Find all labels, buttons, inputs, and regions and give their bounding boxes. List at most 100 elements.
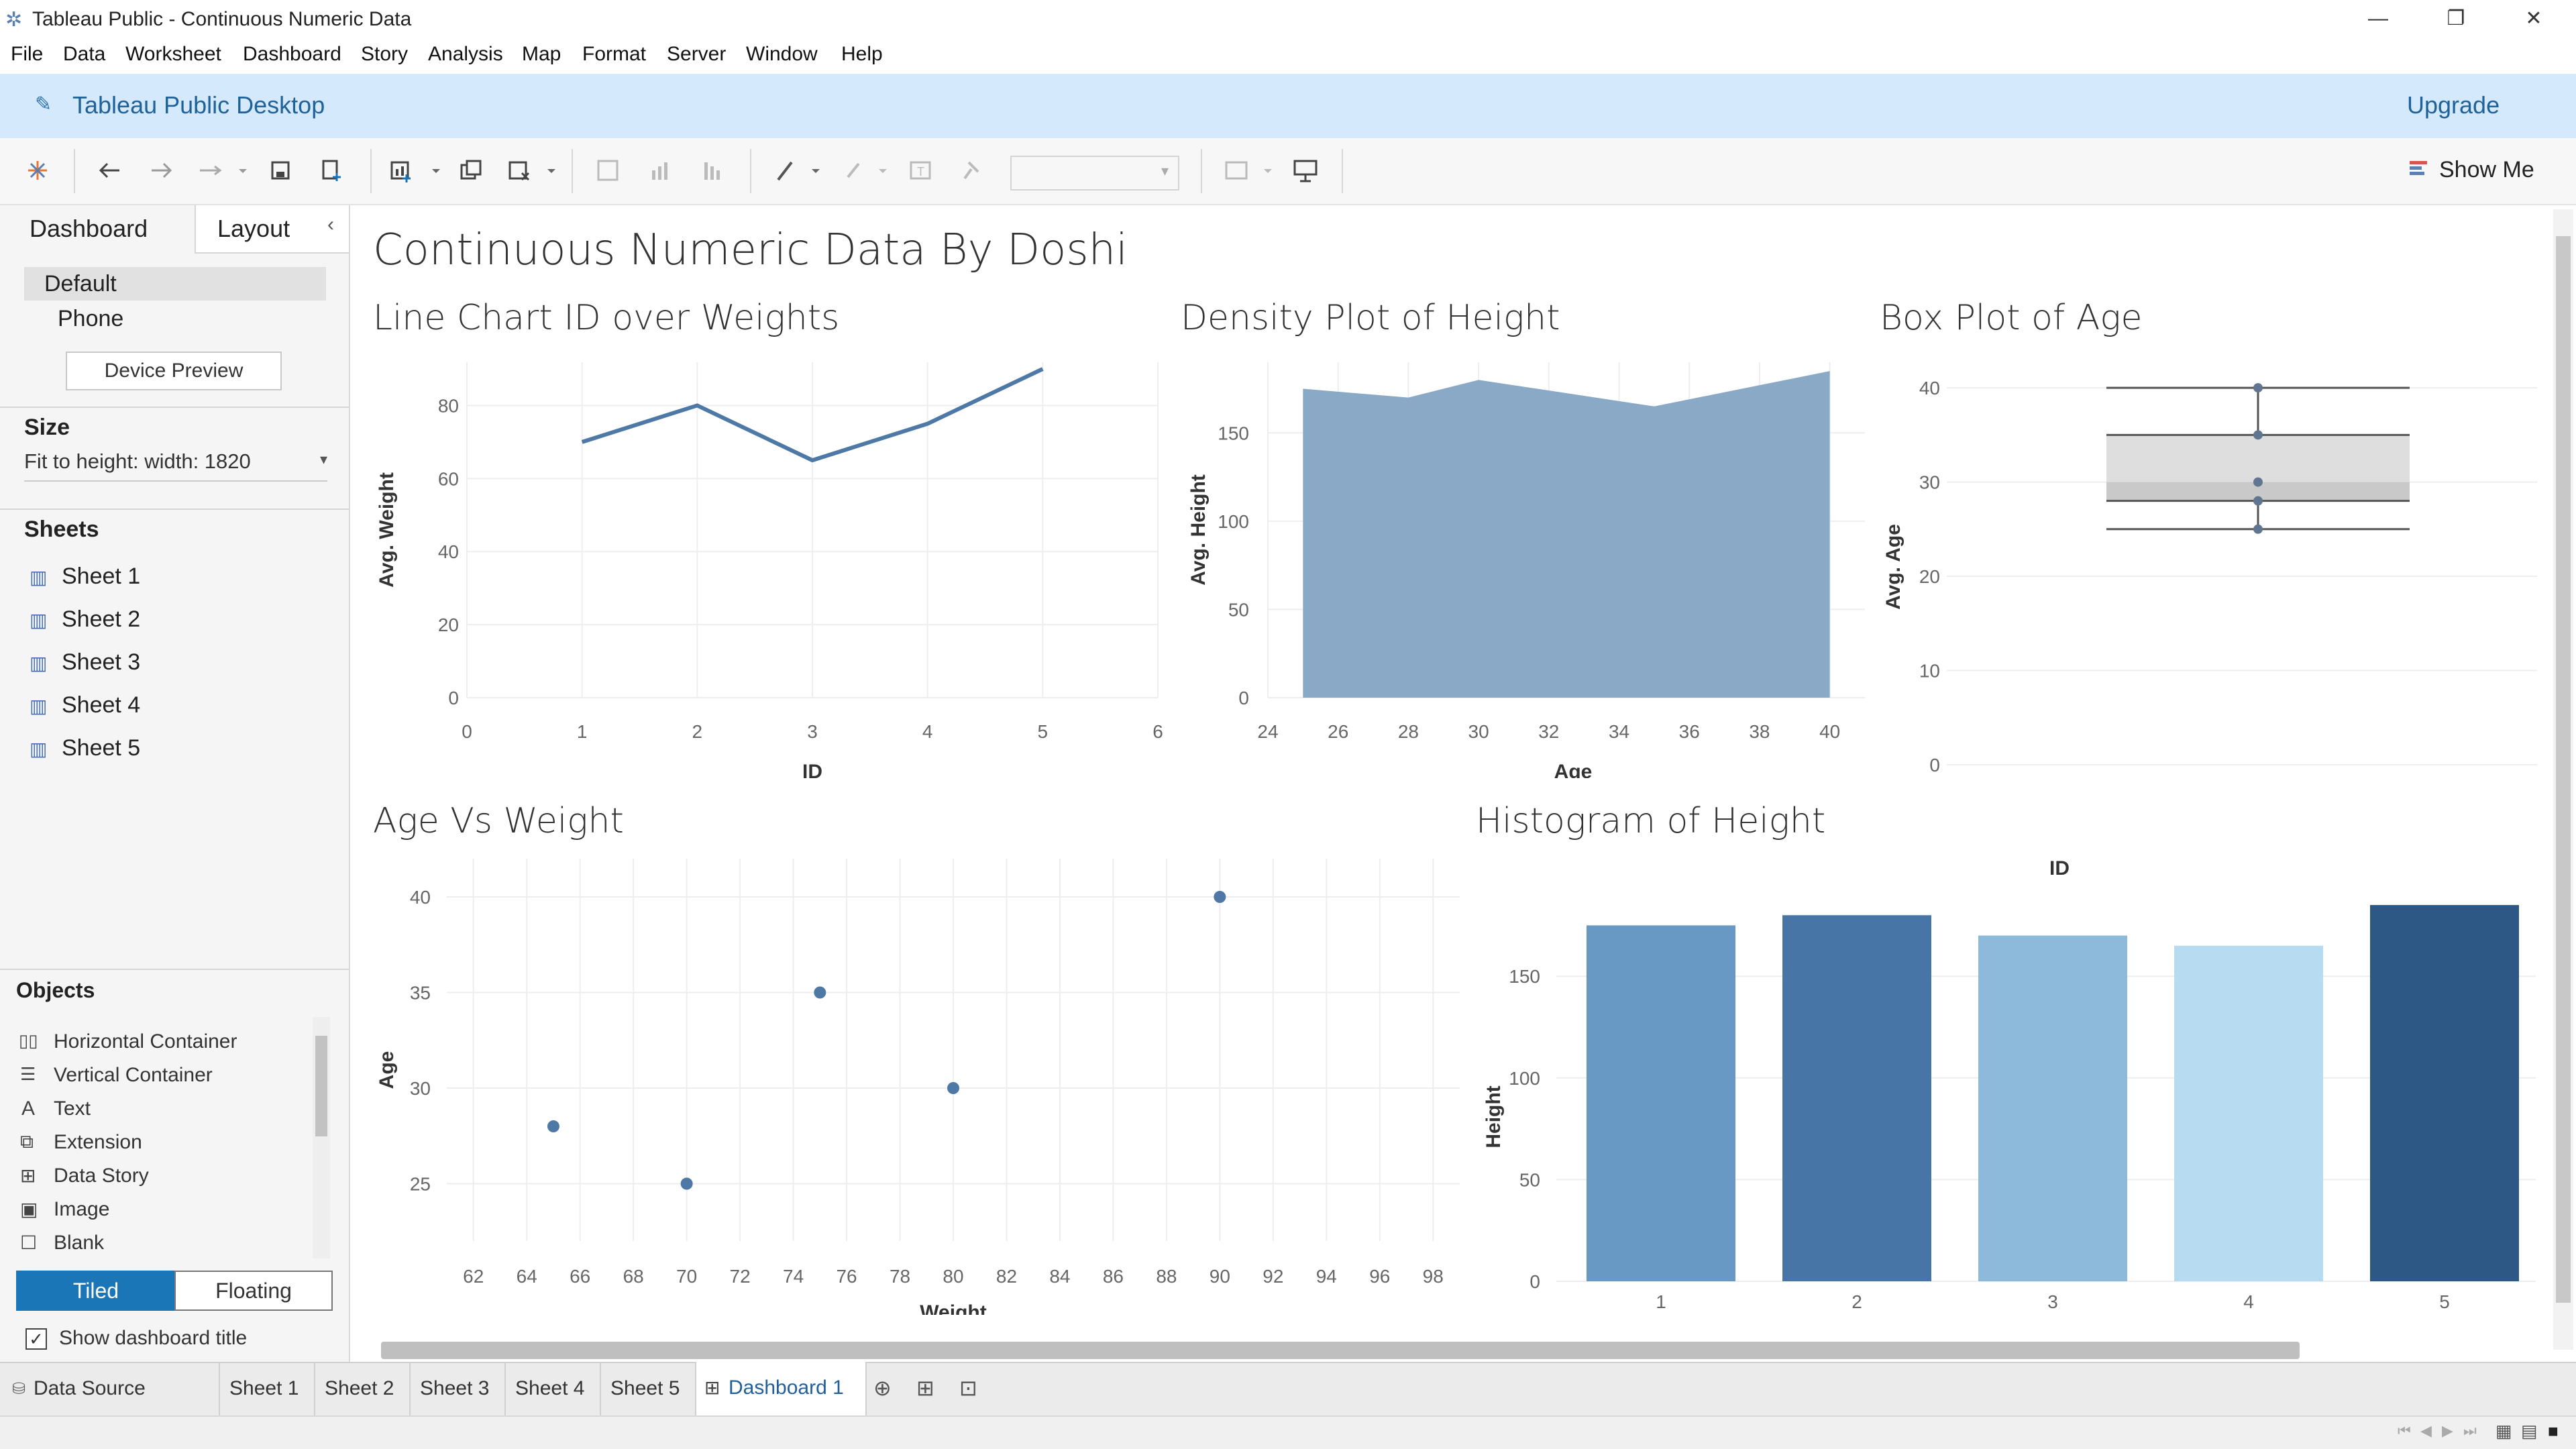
sheet-item-4[interactable]: ▥ Sheet 4 (30, 691, 298, 724)
object-blank[interactable]: ☐ Blank (19, 1230, 301, 1260)
text-label-icon[interactable]: T (906, 156, 935, 185)
tab-sheet-2[interactable]: Sheet 2 (314, 1362, 403, 1415)
x-tick-label: 80 (943, 1266, 963, 1287)
menu-analysis[interactable]: Analysis (428, 43, 503, 66)
menu-data[interactable]: Data (63, 43, 105, 66)
chevron-down-icon: ▾ (319, 451, 327, 468)
redo-icon[interactable] (146, 156, 176, 185)
sheet-item-3[interactable]: ▥ Sheet 3 (30, 648, 298, 682)
object-horizontal-container[interactable]: ▯▯ Horizontal Container (19, 1029, 301, 1059)
object-label: Data Story (54, 1165, 149, 1187)
x-tick-label: 66 (570, 1266, 590, 1287)
horizontal-scrollbar-thumb[interactable] (381, 1342, 2300, 1359)
object-text[interactable]: A Text (19, 1096, 301, 1126)
y-tick-label: 0 (1529, 1271, 1540, 1292)
object-data-story[interactable]: ⊞ Data Story (19, 1163, 301, 1193)
data-point (2253, 383, 2263, 393)
tab-data-source[interactable]: Data Source (24, 1362, 155, 1415)
menu-worksheet[interactable]: Worksheet (125, 43, 221, 66)
tab-sheet-5[interactable]: Sheet 5 (600, 1362, 689, 1415)
sort-descending-icon[interactable] (698, 156, 727, 185)
swap-icon[interactable] (197, 156, 251, 185)
vertical-scrollbar[interactable] (2553, 209, 2573, 1350)
new-worksheet-icon[interactable] (388, 156, 441, 185)
filmstrip-icon[interactable]: ▤ (2521, 1421, 2538, 1442)
clear-sheet-icon[interactable] (506, 156, 559, 185)
save-icon[interactable] (266, 156, 295, 185)
show-me-button[interactable]: Show Me (2439, 157, 2534, 183)
menu-window[interactable]: Window (746, 43, 818, 66)
fit-dropdown[interactable]: ▾ (1010, 156, 1179, 191)
scrollbar-thumb[interactable] (2556, 236, 2571, 1303)
x-tick-label: 88 (1156, 1266, 1177, 1287)
tab-layout-label: Layout (217, 215, 290, 242)
size-dropdown[interactable]: Fit to height: width: 1820 ▾ (24, 447, 327, 482)
menu-story[interactable]: Story (361, 43, 408, 66)
menu-dashboard[interactable]: Dashboard (243, 43, 341, 66)
menu-server[interactable]: Server (667, 43, 726, 66)
sheet-item-1[interactable]: ▥ Sheet 1 (30, 562, 298, 596)
menu-map[interactable]: Map (522, 43, 561, 66)
x-tick-label: 1 (577, 721, 588, 742)
sort-ascending-icon[interactable] (645, 156, 675, 185)
menu-format[interactable]: Format (582, 43, 646, 66)
tab-sheet-4[interactable]: Sheet 4 (504, 1362, 594, 1415)
highlight-icon[interactable] (771, 156, 825, 185)
new-worksheet-tab-icon[interactable]: ⊕ (873, 1375, 892, 1401)
undo-icon[interactable] (95, 156, 125, 185)
next-sheet-icon[interactable]: ▶ (2442, 1422, 2453, 1440)
object-vertical-container[interactable]: ☰ Vertical Container (19, 1063, 301, 1092)
chart-title-line: Line Chart ID over Weights (373, 298, 840, 338)
toolbar (0, 138, 2576, 205)
sheet-item-2[interactable]: ▥ Sheet 2 (30, 605, 298, 639)
x-tick-label: 68 (623, 1266, 644, 1287)
tab-layout[interactable]: Layout ‹ (195, 205, 349, 254)
object-image[interactable]: ▣ Image (19, 1197, 301, 1226)
scrollbar-thumb[interactable] (315, 1036, 327, 1136)
device-phone[interactable]: Phone (58, 306, 123, 332)
floating-button[interactable]: Floating (174, 1271, 333, 1311)
tab-sheet-1[interactable]: Sheet 1 (219, 1362, 308, 1415)
device-preview-button[interactable]: Device Preview (66, 352, 282, 390)
presentation-mode-icon[interactable] (1291, 156, 1320, 185)
restore-icon[interactable]: ❐ (2419, 0, 2493, 38)
sheet-sorter-icon[interactable]: ▦ (2496, 1421, 2512, 1442)
y-tick-label: 50 (1228, 599, 1249, 620)
tab-dashboard-label: Dashboard (30, 215, 148, 242)
new-story-tab-icon[interactable]: ⊡ (959, 1375, 977, 1401)
y-tick-label: 50 (1519, 1169, 1540, 1190)
object-extension[interactable]: ⧉ Extension (19, 1130, 301, 1159)
tab-sheet-3[interactable]: Sheet 3 (409, 1362, 498, 1415)
duplicate-icon[interactable] (456, 156, 486, 185)
sheet-item-5[interactable]: ▥ Sheet 5 (30, 734, 298, 767)
tab-dashboard[interactable]: Dashboard (0, 205, 195, 254)
menu-help[interactable]: Help (841, 43, 883, 66)
dashboard-title: Continuous Numeric Data By Doshi (373, 225, 1128, 275)
last-sheet-icon[interactable]: ⏭ (2463, 1422, 2477, 1440)
sheet-item-label: Sheet 1 (62, 564, 141, 589)
attach-icon[interactable] (839, 156, 892, 185)
x-tick-label: 4 (922, 721, 933, 742)
x-tick-label: 94 (1316, 1266, 1337, 1287)
show-cards-icon[interactable] (1222, 156, 1276, 185)
show-title-checkbox[interactable]: ✓ (25, 1328, 47, 1350)
menu-file[interactable]: File (11, 43, 43, 66)
tabs-view-icon[interactable]: ■ (2548, 1421, 2559, 1442)
image-icon: ▣ (20, 1199, 38, 1220)
tableau-home-icon[interactable] (23, 156, 52, 185)
minimize-icon[interactable]: — (2341, 0, 2415, 38)
tab-dashboard-1[interactable]: ⊞ Dashboard 1 (695, 1362, 867, 1415)
objects-scrollbar[interactable] (313, 1017, 330, 1258)
swap-rows-columns-icon[interactable] (593, 156, 623, 185)
prev-sheet-icon[interactable]: ◀ (2420, 1422, 2432, 1440)
first-sheet-icon[interactable]: ⏮ (2398, 1422, 2411, 1440)
tiled-button[interactable]: Tiled (16, 1271, 176, 1311)
upgrade-link[interactable]: Upgrade (2407, 91, 2500, 119)
device-default[interactable]: Default (24, 267, 326, 301)
close-icon[interactable]: ✕ (2497, 0, 2571, 38)
pin-axes-icon[interactable] (955, 156, 985, 185)
new-data-source-icon[interactable] (317, 156, 346, 185)
x-tick-label: 6 (1152, 721, 1163, 742)
new-dashboard-tab-icon[interactable]: ⊞ (916, 1375, 934, 1401)
collapse-panel-icon[interactable]: ‹ (327, 213, 334, 236)
